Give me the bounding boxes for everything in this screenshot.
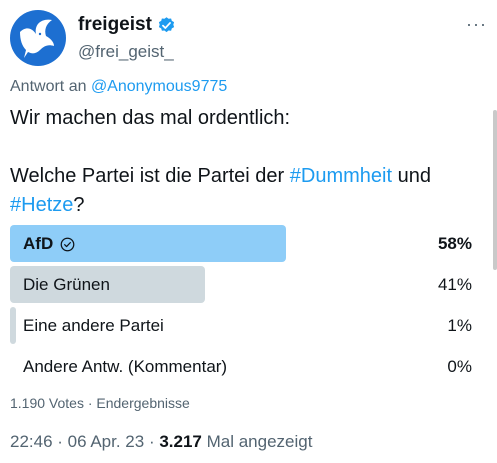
poll: AfD 58% Die Grünen 41% Eine andere Parte…: [10, 225, 474, 389]
tweet-line-2: Welche Partei ist die Partei der #Dummhe…: [10, 162, 480, 191]
verified-badge-icon: [158, 16, 175, 32]
check-circle-icon: [60, 237, 75, 251]
view-count: 3.217: [159, 432, 202, 451]
tweet-line-3: #Hetze?: [10, 191, 480, 220]
reply-context: Antwort an @Anonymous9775: [10, 78, 227, 96]
hashtag-dummheit-link[interactable]: #Dummheit: [290, 165, 392, 187]
poll-option-text: Andere Antw. (Kommentar): [23, 357, 228, 376]
reply-prefix: Antwort an: [10, 78, 87, 95]
poll-option-percent: 58%: [437, 234, 472, 253]
tweet-timestamp-link[interactable]: 22:46 · 06 Apr. 23 ·: [10, 432, 159, 451]
tweet-line-1: Wir machen das mal ordentlich:: [10, 107, 291, 129]
poll-option-text: Die Grünen: [23, 275, 110, 294]
view-count-label: Mal angezeigt: [201, 432, 313, 451]
avatar[interactable]: [10, 10, 66, 66]
poll-option-label: Die Grünen: [23, 275, 110, 295]
poll-option: Eine andere Partei 1%: [10, 307, 474, 347]
poll-option: Die Grünen 41%: [10, 266, 474, 306]
reply-mention-link[interactable]: @Anonymous9775: [91, 78, 227, 95]
display-name[interactable]: freigeist: [78, 14, 152, 36]
poll-option-label: Andere Antw. (Kommentar): [23, 357, 227, 377]
tweet-line-3-suffix: ?: [73, 194, 85, 216]
more-options-button[interactable]: ···: [466, 14, 487, 35]
dove-icon: [20, 19, 54, 58]
poll-option-percent: 0%: [447, 357, 472, 376]
poll-option: Andere Antw. (Kommentar) 0%: [10, 348, 474, 388]
poll-option-label: AfD: [23, 234, 75, 254]
tweet-line-break: [10, 133, 480, 162]
tweet-meta: 22:46 · 06 Apr. 23 · 3.217 Mal angezeigt: [10, 432, 312, 452]
name-row: freigeist: [78, 14, 176, 36]
poll-option: AfD 58%: [10, 225, 474, 265]
poll-option-percent: 1%: [447, 316, 472, 335]
poll-option-text: Eine andere Partei: [23, 316, 164, 335]
account-handle[interactable]: @frei_geist_: [78, 42, 174, 62]
poll-option-percent: 41%: [437, 275, 472, 294]
scrollbar[interactable]: [493, 110, 497, 270]
poll-bar: [10, 307, 16, 344]
tweet-text: Wir machen das mal ordentlich: Welche Pa…: [10, 104, 480, 220]
tweet-line-2-suffix: und: [392, 165, 431, 187]
poll-option-label: Eine andere Partei: [23, 316, 164, 336]
tweet-header: freigeist @frei_geist_ ···: [10, 10, 487, 68]
poll-summary: 1.190 Votes · Endergebnisse: [10, 395, 190, 411]
poll-option-text: AfD: [23, 234, 54, 253]
tweet-line-2-text: Welche Partei ist die Partei der: [10, 165, 290, 187]
hashtag-hetze-link[interactable]: #Hetze: [10, 194, 73, 216]
